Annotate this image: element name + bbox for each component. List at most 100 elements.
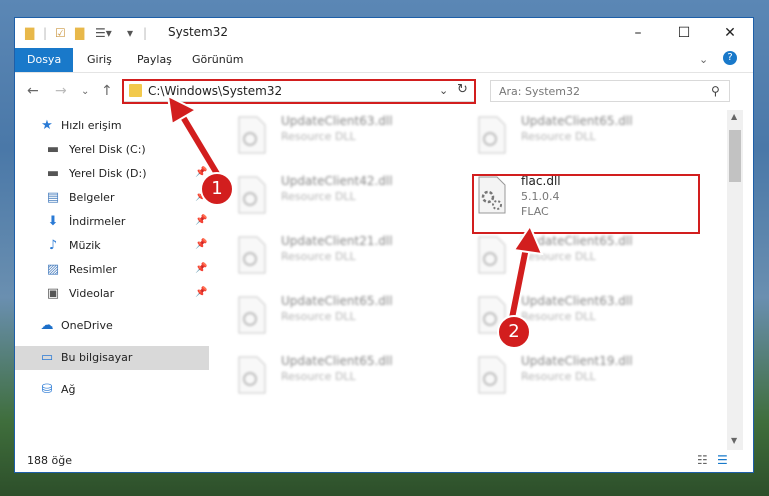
tab-view[interactable]: Görünüm: [180, 48, 255, 72]
sidebar-item-label: Ağ: [61, 383, 76, 396]
forward-button[interactable]: →: [55, 83, 67, 99]
dll-file-icon: [478, 356, 506, 394]
folder-icon: ▇: [25, 26, 35, 40]
customize-icon[interactable]: ☰▾: [95, 26, 112, 40]
list-item[interactable]: UpdateClient42.dll Resource DLL: [215, 170, 445, 220]
window-title: System32: [168, 25, 229, 39]
file-name: UpdateClient65.dll: [521, 234, 633, 248]
recent-locations-icon[interactable]: ⌄: [81, 86, 89, 97]
sidebar-item-label: Videolar: [69, 287, 115, 300]
step-marker-1: 1: [200, 172, 234, 206]
search-icon[interactable]: ⚲: [711, 84, 720, 98]
sidebar-item-label: Bu bilgisayar: [61, 351, 133, 364]
sidebar-item-network[interactable]: ⛁ Ağ: [15, 378, 209, 402]
sidebar-item-label: Resimler: [69, 263, 117, 276]
file-name: UpdateClient65.dll: [281, 354, 393, 368]
separator: |: [143, 26, 148, 40]
list-item[interactable]: UpdateClient63.dll Resource DLL: [215, 110, 445, 160]
sidebar-item-music[interactable]: ♪ Müzik 📌: [15, 234, 209, 258]
pin-icon[interactable]: 📌: [195, 287, 207, 298]
sidebar-item-label: Belgeler: [69, 191, 115, 204]
properties-icon[interactable]: ☑: [55, 26, 66, 40]
dll-file-icon: [238, 176, 266, 214]
expand-ribbon-icon[interactable]: ⌄: [699, 53, 708, 66]
list-item[interactable]: UpdateClient65.dll Resource DLL: [455, 110, 685, 160]
ribbon: Dosya Giriş Paylaş Görünüm ⌄ ?: [15, 48, 753, 73]
sidebar-item-label: İndirmeler: [69, 215, 126, 228]
pin-icon[interactable]: 📌: [195, 239, 207, 250]
list-item[interactable]: UpdateClient65.dll Resource DLL: [455, 230, 685, 280]
tab-file[interactable]: Dosya: [15, 48, 74, 72]
sidebar-item-downloads[interactable]: ⬇ İndirmeler 📌: [15, 210, 209, 234]
file-type: Resource DLL: [521, 310, 596, 323]
file-type: Resource DLL: [281, 130, 356, 143]
address-highlight: [122, 79, 476, 104]
new-folder-icon[interactable]: ▇: [75, 26, 84, 40]
pin-icon[interactable]: 📌: [195, 263, 207, 274]
details-view-icon[interactable]: ☷: [697, 453, 708, 467]
list-item[interactable]: UpdateClient65.dll Resource DLL: [215, 350, 445, 400]
file-name: UpdateClient65.dll: [281, 294, 393, 308]
vertical-scrollbar[interactable]: ▲ ▼: [727, 110, 743, 450]
file-type: Resource DLL: [281, 310, 356, 323]
sidebar-item-label: Hızlı erişim: [61, 119, 122, 132]
network-icon: ⛁: [41, 382, 53, 397]
title-bar: ▇ | ☑ ▇ ☰▾ ▾ | System32 – ☐ ✕: [15, 18, 753, 48]
sidebar-item-quick-access[interactable]: ★ Hızlı erişim: [15, 114, 209, 138]
list-item[interactable]: UpdateClient65.dll Resource DLL: [215, 290, 445, 340]
file-name: UpdateClient63.dll: [521, 294, 633, 308]
sidebar-item-this-pc[interactable]: ▭ Bu bilgisayar: [15, 346, 209, 370]
sidebar-item-videos[interactable]: ▣ Videolar 📌: [15, 282, 209, 306]
drive-icon: ▬: [46, 166, 60, 181]
tab-home[interactable]: Giriş: [75, 48, 124, 72]
file-type: Resource DLL: [281, 190, 356, 203]
tiles-view-icon[interactable]: ☰: [717, 453, 728, 467]
maximize-button[interactable]: ☐: [661, 18, 707, 48]
dll-file-icon: [478, 236, 506, 274]
list-item[interactable]: UpdateClient19.dll Resource DLL: [455, 350, 685, 400]
file-type: Resource DLL: [281, 370, 356, 383]
music-icon: ♪: [48, 238, 58, 253]
quick-access-dropdown-icon[interactable]: ▾: [127, 26, 133, 40]
sidebar-item-label: OneDrive: [61, 319, 113, 332]
sidebar-item-pictures[interactable]: ▨ Resimler 📌: [15, 258, 209, 282]
drive-icon: ▬: [46, 142, 60, 157]
file-name: UpdateClient63.dll: [281, 114, 393, 128]
dll-file-icon: [238, 296, 266, 334]
tab-share[interactable]: Paylaş: [125, 48, 184, 72]
sidebar-item-local-disk-d[interactable]: ▬ Yerel Disk (D:) 📌: [15, 162, 209, 186]
close-button[interactable]: ✕: [707, 18, 753, 48]
list-item[interactable]: UpdateClient21.dll Resource DLL: [215, 230, 445, 280]
file-name: UpdateClient21.dll: [281, 234, 393, 248]
search-input[interactable]: Ara: System32: [499, 85, 580, 98]
dll-file-icon: [238, 356, 266, 394]
sidebar-item-label: Yerel Disk (C:): [69, 143, 146, 156]
file-name: UpdateClient42.dll: [281, 174, 393, 188]
step-marker-2: 2: [497, 315, 531, 349]
scroll-up-icon[interactable]: ▲: [731, 112, 737, 121]
status-bar: 188 öğe ☷ ☰: [15, 450, 753, 472]
explorer-window: ▇ | ☑ ▇ ☰▾ ▾ | System32 – ☐ ✕ Dosya Giri…: [14, 17, 754, 473]
scrollbar-thumb[interactable]: [729, 130, 741, 182]
pin-icon[interactable]: 📌: [195, 215, 207, 226]
help-icon[interactable]: ?: [723, 51, 737, 65]
sidebar-item-documents[interactable]: ▤ Belgeler 📌: [15, 186, 209, 210]
file-list: UpdateClient63.dll Resource DLL UpdateCl…: [215, 110, 727, 440]
file-type: Resource DLL: [521, 250, 596, 263]
separator: |: [43, 26, 48, 40]
sidebar-item-onedrive[interactable]: ☁ OneDrive: [15, 314, 209, 338]
dll-file-icon: [238, 116, 266, 154]
file-type: Resource DLL: [281, 250, 356, 263]
document-icon: ▤: [46, 190, 60, 205]
scroll-down-icon[interactable]: ▼: [731, 436, 737, 445]
list-item[interactable]: UpdateClient63.dll Resource DLL: [455, 290, 685, 340]
back-button[interactable]: ←: [27, 83, 39, 99]
minimize-button[interactable]: –: [615, 18, 661, 48]
sidebar-item-local-disk-c[interactable]: ▬ Yerel Disk (C:): [15, 138, 209, 162]
search-box[interactable]: Ara: System32 ⚲: [490, 80, 730, 102]
star-icon: ★: [41, 118, 53, 133]
item-count: 188 öğe: [27, 454, 72, 467]
up-button[interactable]: ↑: [101, 83, 113, 99]
file-type: Resource DLL: [521, 370, 596, 383]
cloud-icon: ☁: [40, 318, 54, 333]
